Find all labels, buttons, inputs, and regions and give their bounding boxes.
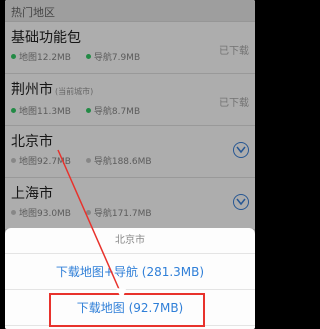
annotation-arrow xyxy=(57,149,126,300)
